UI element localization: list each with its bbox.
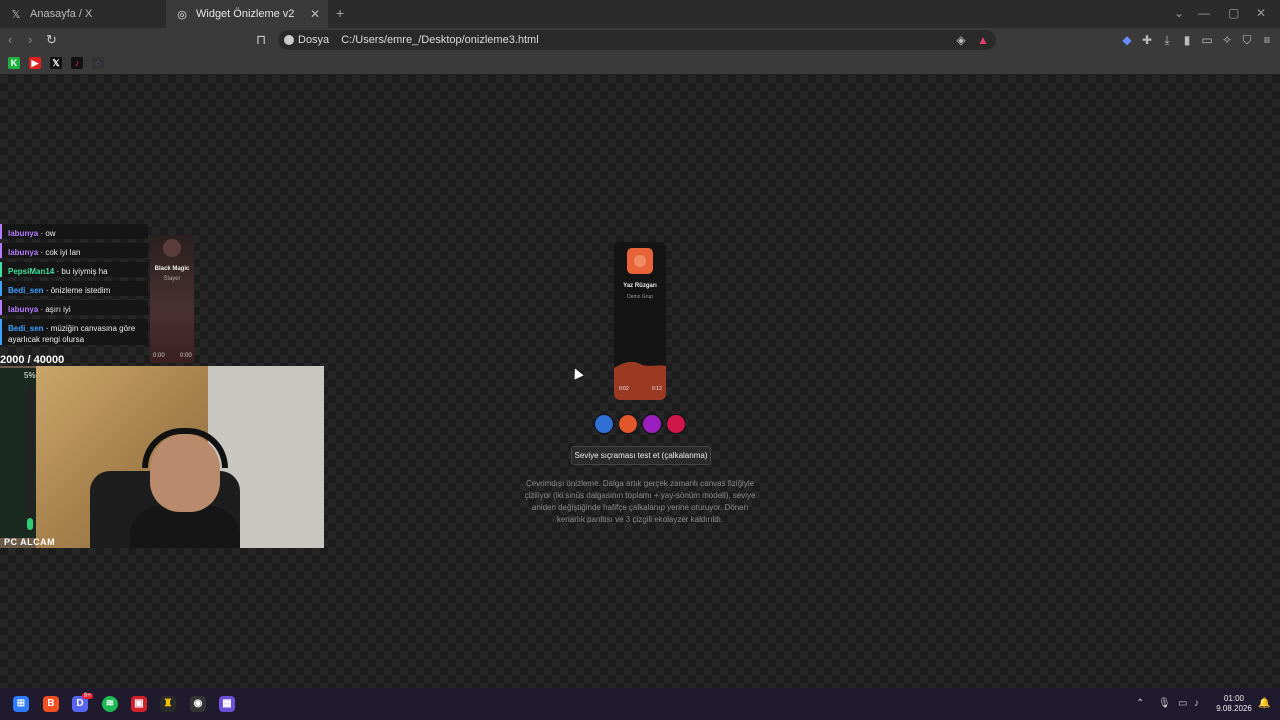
mini-time-right: 0:00 [180, 353, 192, 359]
back-icon[interactable]: ‹ [8, 32, 12, 47]
download-icon[interactable]: ⤓ [1160, 33, 1174, 47]
music-widget-preview: Yaz Rüzgarı Demo Grup 0:02 0:12 [614, 242, 666, 400]
taskbar-clock[interactable]: 01:00 9.08.2026 [1212, 694, 1256, 714]
goal-counter: 2000 / 40000 [0, 354, 65, 366]
close-tab-icon[interactable]: ✕ [310, 7, 320, 21]
swatch-orange[interactable] [618, 414, 638, 434]
album-art [163, 239, 181, 257]
microphone-icon[interactable]: 🎙 [1158, 698, 1171, 709]
info-icon[interactable] [284, 35, 294, 45]
wallet-icon[interactable]: ▭ [1200, 33, 1214, 47]
extensions-icon[interactable]: ✚ [1140, 33, 1154, 47]
reload-icon[interactable]: ↻ [46, 32, 57, 48]
obs-taskbar-icon[interactable]: ◉ [190, 696, 206, 712]
cam-label: PC ALCAM [4, 537, 56, 547]
chat-username: labunya [8, 248, 39, 257]
app2-taskbar-icon[interactable]: ▦ [219, 696, 235, 712]
chat-username: labunya [8, 229, 39, 238]
chat-message: labunya · ow [0, 224, 148, 239]
brave-taskbar-icon[interactable]: B [43, 696, 59, 712]
chat-text: · önizleme istedim [45, 286, 111, 295]
scheme-label: Dosya [298, 34, 330, 46]
maximize-icon[interactable]: ▢ [1228, 6, 1239, 20]
tab-search-icon[interactable]: ⌄ [1174, 6, 1184, 20]
mini-song-artist: Slayer [163, 276, 181, 282]
chat-username: PepsiMan14 [8, 267, 55, 276]
address-bar[interactable]: Dosya C:/Users/emre_/Desktop/onizleme3.h… [278, 30, 996, 50]
folder-taskbar-icon[interactable]: ♜ [160, 696, 176, 712]
widget-time-elapsed: 0:02 [619, 386, 629, 392]
widget-wave [614, 361, 666, 400]
tab-label: Widget Önizleme v2 [196, 8, 295, 20]
chat-message: Bedi_sen · önizleme istedim [0, 281, 148, 296]
level-percent: 5% [24, 371, 36, 380]
widget-song-title: Yaz Rüzgarı [623, 283, 657, 289]
description-text: Çevrimdışı önizleme. Dalga artık gerçek … [524, 479, 756, 524]
chat-text: · bu iyiymiş ha [56, 267, 108, 276]
brave-rewards-icon[interactable]: ▲ [976, 33, 990, 47]
chat-text: · cok iyi lan [40, 248, 81, 257]
tray-overflow-icon[interactable]: ⌃ [1136, 698, 1144, 709]
kick-bookmark-icon[interactable]: K [8, 57, 20, 69]
chat-message: labunya · aşırı iyi [0, 300, 148, 315]
app-taskbar-icon[interactable]: ▣ [131, 696, 147, 712]
close-window-icon[interactable]: ✕ [1256, 6, 1266, 20]
youtube-bookmark-icon[interactable]: ▶ [29, 57, 41, 69]
chat-message: labunya · cok iyi lan [0, 243, 148, 258]
windows-start-icon[interactable]: ⊞ [13, 696, 29, 712]
widget-album-art [627, 248, 653, 274]
x-logo-icon: 𝕏 [11, 8, 21, 21]
chat-text: · aşırı iyi [40, 305, 71, 314]
clock-time: 01:00 [1223, 694, 1245, 703]
vpn-icon[interactable]: ⛉ [1240, 33, 1254, 47]
url-text[interactable]: C:/Users/emre_/Desktop/onizleme3.html [341, 34, 538, 46]
slosh-test-button[interactable]: Seviye sıçraması test et (çalkalanma) [571, 446, 711, 465]
chat-username: Bedi_sen [8, 286, 44, 295]
bitwarden-icon[interactable]: ◆ [1120, 33, 1134, 47]
notification-icon[interactable]: 🔔 [1258, 698, 1270, 709]
widget-artist: Demo Grup [627, 294, 653, 300]
bookmark-icon[interactable]: ⊓ [256, 32, 266, 48]
tab-x-home[interactable]: 𝕏 Anasayfa / X [0, 0, 166, 28]
level-meter: 5% [0, 368, 36, 538]
volume-icon[interactable]: ♪ [1194, 698, 1199, 709]
bookmarks-bar [0, 52, 1280, 75]
spotify-taskbar-icon[interactable]: ≋ [102, 696, 118, 712]
new-tab-button[interactable]: + [336, 5, 344, 21]
chat-username: labunya [8, 305, 39, 314]
tab-widget-preview[interactable]: ◎ Widget Önizleme v2 ✕ [166, 0, 328, 28]
widget-time-total: 0:12 [652, 386, 662, 392]
app-bookmark-icon[interactable]: ◌ [92, 57, 104, 69]
mini-time-left: 0:00 [153, 353, 165, 359]
globe-icon: ◎ [177, 8, 187, 21]
x-bookmark-icon[interactable]: 𝕏 [50, 57, 62, 69]
menu-icon[interactable]: ≡ [1260, 33, 1274, 47]
tiktok-bookmark-icon[interactable]: ♪ [71, 57, 83, 69]
swatch-purple[interactable] [642, 414, 662, 434]
network-icon[interactable]: ▭ [1178, 698, 1187, 709]
webcam-feed [0, 366, 324, 548]
minimize-icon[interactable]: — [1198, 6, 1210, 20]
clock-date: 9.08.2026 [1216, 704, 1252, 713]
chat-text: · ow [40, 229, 56, 238]
forward-icon[interactable]: › [28, 32, 32, 47]
discord-badge: 9+ [82, 693, 93, 699]
chat-message: Bedi_sen · müziğin canvasına göre ayarlı… [0, 319, 148, 345]
leo-ai-icon[interactable]: ✧ [1220, 33, 1234, 47]
brave-shield-icon[interactable]: ◈ [954, 33, 968, 47]
mini-song-title: Black Magic [154, 266, 190, 272]
swatch-crimson[interactable] [666, 414, 686, 434]
swatch-blue[interactable] [594, 414, 614, 434]
tab-label: Anasayfa / X [30, 8, 93, 20]
sidebar-icon[interactable]: ▮ [1180, 33, 1194, 47]
chat-message: PepsiMan14 · bu iyiymiş ha [0, 262, 148, 277]
mini-music-card: Black Magic Slayer 0:00 0:00 [150, 235, 194, 363]
chat-username: Bedi_sen [8, 324, 44, 333]
